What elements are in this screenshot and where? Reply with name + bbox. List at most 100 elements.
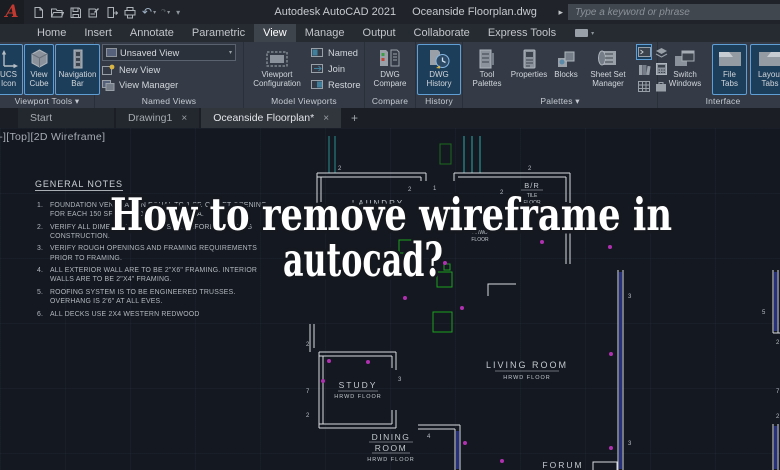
named-viewports-label: Named — [328, 47, 358, 58]
export-icon[interactable] — [105, 6, 118, 19]
ribbon-tab-bar: Home Insert Annotate Parametric View Man… — [0, 24, 780, 42]
join-viewports-button[interactable]: Join — [311, 61, 361, 76]
autocad-window: A ↶ ▾ ↷ ▾ ▾ Autodesk AutoCAD 2021 Oceansid… — [0, 0, 780, 470]
sheet-set-manager-icon — [596, 46, 620, 71]
properties-label: Properties — [510, 70, 548, 79]
ribbon-tab-output[interactable]: Output — [354, 24, 405, 42]
tool-palettes-button[interactable]: Tool Palettes — [466, 44, 508, 95]
view-cube-label: View Cube — [29, 70, 49, 88]
new-file-icon[interactable] — [32, 6, 45, 19]
command-line-button[interactable] — [636, 44, 652, 60]
view-dropdown[interactable]: Unsaved View ▾ — [102, 44, 236, 61]
view-cube-toggle-button[interactable]: View Cube — [24, 44, 54, 95]
sheet-set-manager-label: Sheet Set Manager — [590, 70, 626, 88]
layout-tabs-toggle-button[interactable]: Layout Tabs — [750, 44, 780, 95]
navigation-bar-toggle-button[interactable]: Navigation Bar — [55, 44, 100, 95]
overlay-title-line2: autocad? — [283, 233, 443, 288]
ribbon-options-icon — [575, 29, 589, 37]
save-as-icon[interactable] — [87, 6, 100, 19]
blocks-label: Blocks — [554, 70, 578, 79]
current-view-name: Unsaved View — [120, 47, 180, 58]
view-dropdown-caret-icon: ▾ — [228, 50, 232, 56]
save-icon[interactable] — [69, 6, 82, 19]
ribbon-tab-home[interactable]: Home — [28, 24, 75, 42]
panel-history: DWG History History — [416, 42, 463, 108]
books-palette-button[interactable] — [636, 61, 652, 77]
plot-icon[interactable] — [123, 6, 137, 19]
ribbon-tab-insert[interactable]: Insert — [75, 24, 121, 42]
blocks-button[interactable]: Blocks — [550, 44, 582, 95]
command-line-icon — [637, 47, 651, 57]
qat-customize-icon[interactable]: ▾ — [175, 8, 180, 17]
viewport-configuration-button[interactable]: Viewport Configuration — [247, 44, 307, 95]
title-overlay: How to remove wireframe in autocad? — [107, 185, 676, 292]
document-title: Oceanside Floorplan.dwg — [412, 6, 537, 18]
panel-label-viewport-tools[interactable]: Viewport Tools ▾ — [0, 95, 94, 108]
oceanside-close-icon[interactable]: × — [323, 113, 329, 124]
switch-windows-button[interactable]: Switch Windows — [661, 44, 709, 95]
view-manager-button[interactable]: View Manager — [102, 77, 236, 92]
redo-caret-icon[interactable]: ▾ — [167, 9, 170, 16]
file-tab-oceanside-floorplan[interactable]: Oceanside Floorplan* × — [201, 108, 342, 128]
navigation-bar-label: Navigation Bar — [58, 70, 97, 88]
drawing1-close-icon[interactable]: × — [181, 113, 187, 124]
new-view-icon — [102, 64, 115, 75]
start-tab-label: Start — [30, 112, 53, 124]
redo-icon[interactable]: ↷ ▾ — [161, 9, 170, 16]
search-expand-icon[interactable]: ▸ — [558, 7, 563, 18]
file-tabs-label: File Tabs — [721, 70, 738, 88]
panel-label-interface: Interface — [705, 96, 741, 106]
tool-palettes-icon — [477, 46, 497, 71]
ribbon-tab-view[interactable]: View — [254, 24, 296, 42]
panel-palettes: Tool Palettes Properties Blocks Sheet Se… — [463, 42, 667, 108]
layout-tabs-icon — [757, 46, 780, 71]
undo-icon[interactable]: ↶ ▾ — [142, 6, 156, 18]
ribbon-tab-annotate[interactable]: Annotate — [121, 24, 183, 42]
file-tabs-icon — [717, 46, 743, 71]
file-tabs-toggle-button[interactable]: File Tabs — [712, 44, 747, 95]
sheet-set-manager-button[interactable]: Sheet Set Manager — [583, 44, 633, 95]
ucs-axes-icon — [0, 46, 19, 71]
viewport-configuration-icon — [265, 46, 289, 71]
dwg-history-button[interactable]: DWG History — [417, 44, 461, 95]
dwg-history-icon — [427, 46, 451, 71]
new-drawing-tab-button[interactable]: + — [343, 108, 366, 128]
ribbon-tab-manage[interactable]: Manage — [296, 24, 354, 42]
panel-label-named-views: Named Views — [141, 96, 197, 106]
drawing-area[interactable]: [-][Top][2D Wireframe] GENERAL NOTES FOU… — [0, 128, 780, 470]
window-title: Autodesk AutoCAD 2021 Oceanside Floorpla… — [274, 6, 536, 18]
switch-windows-icon — [673, 46, 697, 71]
file-tab-drawing1[interactable]: Drawing1 × — [116, 108, 200, 128]
ribbon-tab-express-tools[interactable]: Express Tools — [479, 24, 565, 42]
named-viewports-button[interactable]: Named — [311, 45, 361, 60]
grid-icon — [638, 80, 650, 92]
ribbon-tab-parametric[interactable]: Parametric — [183, 24, 254, 42]
ucs-icon-toggle-button[interactable]: UCS Icon — [0, 44, 23, 95]
navigation-bar-icon — [68, 46, 88, 71]
grid-palette-button[interactable] — [636, 78, 652, 94]
panel-label-palettes[interactable]: Palettes ▾ — [463, 95, 657, 108]
ucs-icon-label: UCS Icon — [0, 70, 17, 88]
new-view-button[interactable]: New View — [102, 62, 236, 77]
ribbon-options-button[interactable]: ▾ — [575, 24, 594, 42]
named-viewports-icon — [311, 48, 323, 57]
file-tab-bar: Start Drawing1 × Oceanside Floorplan* × … — [0, 108, 780, 128]
view-manager-icon — [102, 79, 115, 91]
properties-button[interactable]: Properties — [509, 44, 549, 95]
restore-viewports-icon — [311, 80, 323, 89]
restore-viewports-button[interactable]: Restore — [311, 77, 361, 92]
autocad-logo[interactable]: A — [0, 0, 24, 24]
search-area: ▸ Type a keyword or phrase — [558, 4, 780, 20]
ribbon-tab-collaborate[interactable]: Collaborate — [405, 24, 479, 42]
view-cube-icon — [29, 46, 50, 71]
panel-label-history: History — [425, 96, 453, 106]
panel-model-viewports: Viewport Configuration Named Join Restor… — [244, 42, 365, 108]
search-input[interactable]: Type a keyword or phrase — [568, 4, 780, 20]
undo-caret-icon[interactable]: ▾ — [153, 9, 156, 16]
file-tab-start[interactable]: Start — [18, 108, 114, 128]
oceanside-tab-label: Oceanside Floorplan* — [213, 112, 315, 124]
dwg-compare-button[interactable]: DWG Compare — [366, 44, 414, 95]
blocks-icon — [555, 46, 577, 71]
switch-windows-label: Switch Windows — [668, 70, 702, 88]
open-folder-icon[interactable] — [50, 6, 64, 19]
